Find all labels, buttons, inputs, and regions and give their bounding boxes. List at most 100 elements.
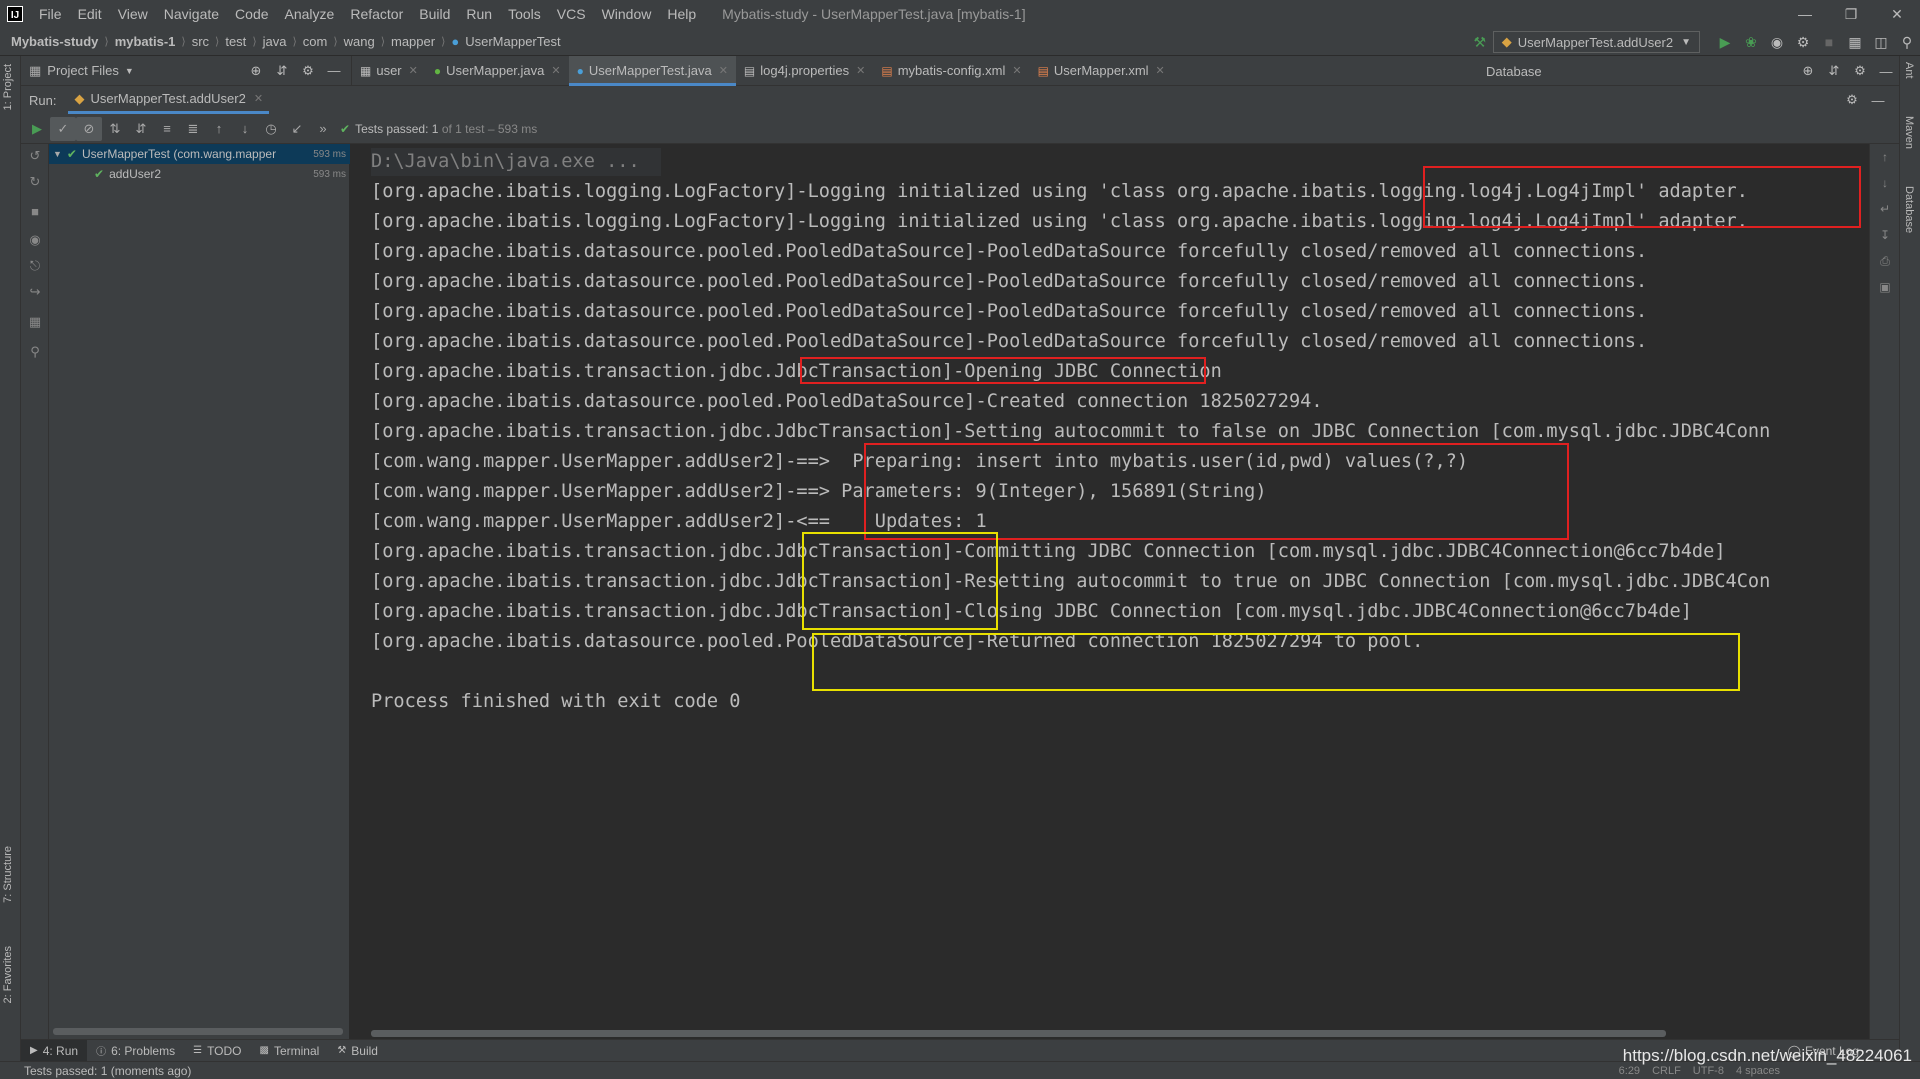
- bottom-tab-todo[interactable]: ☰ TODO: [184, 1040, 250, 1062]
- hide-icon[interactable]: —: [1873, 64, 1899, 79]
- close-icon[interactable]: ✕: [254, 92, 263, 105]
- menu-navigate[interactable]: Navigate: [156, 6, 227, 22]
- close-icon[interactable]: ✕: [551, 64, 560, 77]
- tree-row-test-class[interactable]: ▼ ✔ UserMapperTest (com.wang.mapper 593 …: [49, 144, 350, 164]
- breadcrumb-java[interactable]: java: [260, 34, 290, 49]
- debug-icon[interactable]: ❀: [1738, 28, 1764, 56]
- collapse-all-icon[interactable]: ≣: [180, 117, 206, 141]
- tab-user[interactable]: ▦ user ✕: [352, 56, 426, 86]
- tab-log4j-properties[interactable]: ▤ log4j.properties ✕: [736, 56, 873, 86]
- collapse-icon[interactable]: ⇵: [1821, 63, 1847, 79]
- scroll-to-end-icon[interactable]: ↧: [1870, 228, 1900, 242]
- restore-layout-icon[interactable]: ↺: [21, 148, 49, 164]
- gear-icon[interactable]: ⚙: [1847, 63, 1873, 79]
- menu-file[interactable]: File: [31, 6, 70, 22]
- menu-view[interactable]: View: [110, 6, 156, 22]
- menu-window[interactable]: Window: [594, 6, 660, 22]
- file-encoding[interactable]: UTF-8: [1693, 1065, 1724, 1077]
- sort-alpha-icon[interactable]: ⇅: [102, 117, 128, 141]
- breadcrumb-module[interactable]: mybatis-1: [112, 34, 179, 49]
- tool-window-structure[interactable]: 7: Structure: [2, 846, 14, 903]
- more-icon[interactable]: »: [310, 117, 336, 141]
- horizontal-scrollbar[interactable]: [53, 1028, 343, 1035]
- menu-tools[interactable]: Tools: [500, 6, 549, 22]
- tool-window-favorites[interactable]: 2: Favorites: [2, 946, 14, 1003]
- coverage-icon[interactable]: ◉: [1764, 28, 1790, 56]
- cursor-position[interactable]: 6:29: [1619, 1065, 1640, 1077]
- menu-code[interactable]: Code: [227, 6, 276, 22]
- arrow-down-icon[interactable]: ↓: [1870, 176, 1900, 190]
- soft-wrap-icon[interactable]: ↵: [1870, 202, 1900, 216]
- bottom-tab-terminal[interactable]: ▩ Terminal: [251, 1040, 329, 1062]
- breadcrumb-test[interactable]: test: [222, 34, 249, 49]
- pin-icon[interactable]: ⚲: [21, 344, 49, 360]
- rerun-icon[interactable]: ▶: [24, 117, 50, 141]
- show-passed-icon[interactable]: ✓: [50, 116, 76, 141]
- rerun-failed-icon[interactable]: ↻: [21, 174, 49, 190]
- sort-duration-icon[interactable]: ⇵: [128, 117, 154, 141]
- tab-usermapper-xml[interactable]: ▤ UserMapper.xml ✕: [1030, 56, 1173, 86]
- hide-icon[interactable]: —: [1865, 93, 1891, 108]
- breadcrumb-src[interactable]: src: [189, 34, 212, 49]
- hide-icon[interactable]: —: [321, 63, 347, 78]
- breadcrumb-class[interactable]: UserMapperTest: [462, 34, 563, 49]
- tool-window-project[interactable]: 1: Project: [2, 64, 14, 110]
- tool-window-maven[interactable]: Maven: [1903, 116, 1915, 149]
- locate-icon[interactable]: ⊕: [243, 63, 269, 79]
- show-ignored-icon[interactable]: ⊘: [76, 116, 102, 141]
- tab-mybatis-config-xml[interactable]: ▤ mybatis-config.xml ✕: [873, 56, 1029, 86]
- run-tab[interactable]: ◆ UserMapperTest.addUser2 ✕: [68, 86, 270, 114]
- menu-analyze[interactable]: Analyze: [277, 6, 343, 22]
- gear-icon[interactable]: ⚙: [1839, 92, 1865, 108]
- trash-icon[interactable]: ▣: [1870, 280, 1900, 294]
- tool-window-ant[interactable]: Ant: [1903, 62, 1915, 79]
- run-icon[interactable]: ▶: [1712, 28, 1738, 56]
- stop-icon[interactable]: ■: [1816, 28, 1842, 56]
- close-icon[interactable]: ✕: [1874, 0, 1920, 28]
- build-hammer-icon[interactable]: ⚒: [1467, 28, 1493, 56]
- collapse-icon[interactable]: ⇵: [269, 63, 295, 79]
- menu-edit[interactable]: Edit: [70, 6, 110, 22]
- test-history-icon[interactable]: ◷: [258, 117, 284, 141]
- print-icon[interactable]: ⎙: [1870, 254, 1900, 269]
- exit-icon[interactable]: ↪: [21, 284, 49, 300]
- menu-run[interactable]: Run: [458, 6, 500, 22]
- horizontal-scrollbar[interactable]: [371, 1030, 1666, 1037]
- import-tests-icon[interactable]: ↙: [284, 117, 310, 141]
- expand-all-icon[interactable]: ≡: [154, 117, 180, 141]
- arrow-up-icon[interactable]: ↑: [1870, 150, 1900, 164]
- close-icon[interactable]: ✕: [1156, 64, 1165, 77]
- locate-icon[interactable]: ⊕: [1795, 63, 1821, 79]
- project-structure-icon[interactable]: ▦: [1842, 28, 1868, 56]
- bottom-tab-build[interactable]: ⚒ Build: [328, 1040, 387, 1062]
- tab-usermapper-java[interactable]: ● UserMapper.java ✕: [426, 56, 569, 86]
- status-message[interactable]: Tests passed: 1 (moments ago): [24, 1064, 191, 1078]
- run-config-select[interactable]: ◆ UserMapperTest.addUser2 ▼: [1492, 31, 1700, 53]
- profile-icon[interactable]: ⚙: [1790, 28, 1816, 56]
- console-output[interactable]: D:\Java\bin\java.exe ... [org.apache.ibat…: [351, 144, 1869, 1039]
- gear-icon[interactable]: ⚙: [295, 63, 321, 79]
- bottom-tab-run[interactable]: ▶ 4: Run: [21, 1039, 88, 1062]
- bottom-tab-problems[interactable]: ⓘ 6: Problems: [87, 1040, 184, 1062]
- menu-vcs[interactable]: VCS: [549, 6, 594, 22]
- breadcrumb-com[interactable]: com: [300, 34, 331, 49]
- tool-window-database[interactable]: Database: [1903, 186, 1915, 233]
- close-icon[interactable]: ✕: [1012, 64, 1021, 77]
- tree-row-test-method[interactable]: ✔ addUser2 593 ms: [49, 164, 350, 184]
- breadcrumb-project[interactable]: Mybatis-study: [8, 34, 101, 49]
- stop-icon[interactable]: ■: [21, 204, 49, 219]
- camera-icon[interactable]: ◉: [21, 232, 49, 248]
- export-icon[interactable]: ⎋: [21, 258, 49, 274]
- layout-icon[interactable]: ▦: [21, 314, 49, 330]
- next-failed-icon[interactable]: ↓: [232, 117, 258, 141]
- line-separator[interactable]: CRLF: [1652, 1065, 1681, 1077]
- breadcrumb-mapper[interactable]: mapper: [388, 34, 438, 49]
- menu-refactor[interactable]: Refactor: [342, 6, 411, 22]
- menu-help[interactable]: Help: [659, 6, 704, 22]
- search-icon[interactable]: ⚲: [1894, 28, 1920, 56]
- tab-usermappertest-java[interactable]: ● UserMapperTest.java ✕: [568, 55, 736, 86]
- close-icon[interactable]: ✕: [719, 64, 728, 77]
- menu-build[interactable]: Build: [411, 6, 458, 22]
- restore-icon[interactable]: ❐: [1828, 0, 1874, 28]
- close-icon[interactable]: ✕: [409, 64, 418, 77]
